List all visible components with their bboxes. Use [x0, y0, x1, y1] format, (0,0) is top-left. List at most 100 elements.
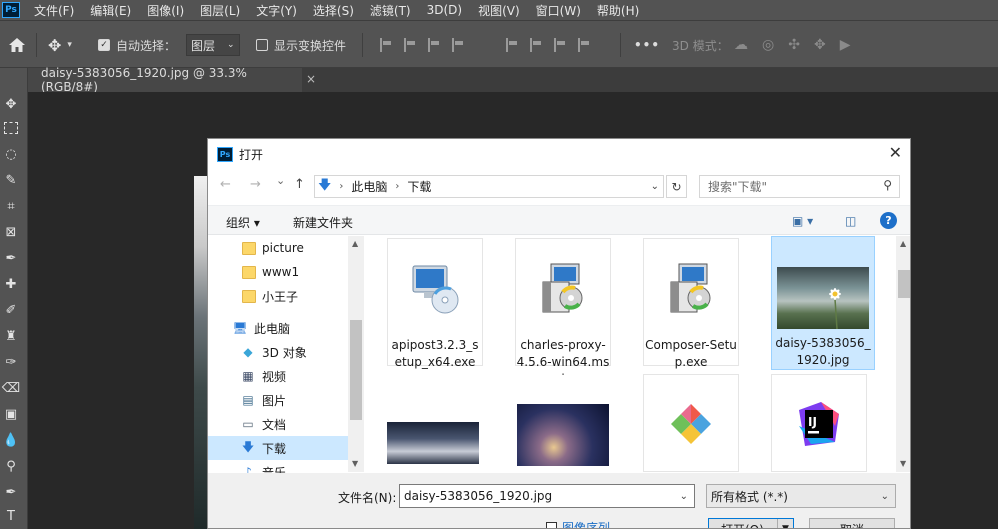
view-options-icon[interactable]: ▣ ▾ — [792, 214, 813, 228]
align-right-icon[interactable] — [428, 38, 439, 52]
refresh-button[interactable]: ↻ — [666, 175, 687, 198]
nav-item-documents[interactable]: ▭ 文档 — [208, 412, 348, 436]
orbit-icon[interactable]: ☁ — [734, 37, 748, 53]
menu-type[interactable]: 文字(Y) — [256, 2, 297, 19]
up-arrow-icon[interactable]: ↑ — [294, 177, 305, 192]
scroll-down-icon[interactable]: ▼ — [900, 459, 906, 468]
nav-item-this-pc[interactable]: 🖥 此电脑 — [208, 316, 348, 340]
eyedropper-tool-icon[interactable]: ✒ — [1, 248, 21, 268]
menu-file[interactable]: 文件(F) — [34, 2, 74, 19]
menu-edit[interactable]: 编辑(E) — [90, 2, 131, 19]
nav-item-picture[interactable]: picture — [208, 236, 348, 260]
close-icon[interactable]: ✕ — [889, 143, 902, 162]
auto-select-toggle[interactable]: ✓ 自动选择： — [98, 21, 176, 69]
blur-tool-icon[interactable]: 💧 — [1, 430, 21, 450]
move-tool-preset[interactable]: ✥ ▾ — [48, 21, 72, 69]
file-tile-intellij[interactable]: IJ — [771, 374, 867, 472]
align-bottom-icon[interactable] — [554, 38, 565, 52]
open-split-dropdown-icon[interactable]: ▼ — [777, 519, 793, 528]
menu-3d[interactable]: 3D(D) — [427, 3, 462, 17]
preview-pane-icon[interactable]: ◫ — [845, 214, 856, 228]
brush-tool-icon[interactable]: ✐ — [1, 300, 21, 320]
file-tile-git-app[interactable] — [643, 374, 739, 472]
file-tile-starry-sky-photo[interactable] — [515, 376, 611, 472]
video-camera-icon[interactable]: ▶ — [840, 37, 851, 53]
align-left-icon[interactable] — [380, 38, 391, 52]
nav-item-www1[interactable]: www1 — [208, 260, 348, 284]
eraser-tool-icon[interactable]: ⌫ — [1, 378, 21, 398]
address-bar[interactable]: 🡇 › 此电脑 › 下载 ⌄ — [314, 175, 664, 198]
close-tab-icon[interactable]: × — [306, 72, 316, 86]
photoshop-logo[interactable]: Ps — [2, 2, 20, 18]
dodge-tool-icon[interactable]: ⚲ — [1, 456, 21, 476]
document-tab[interactable]: daisy-5383056_1920.jpg @ 33.3%(RGB/8#) × — [28, 66, 316, 94]
slide-icon[interactable]: ✥ — [814, 37, 826, 53]
healing-brush-tool-icon[interactable]: ✚ — [1, 274, 21, 294]
filename-input[interactable]: daisy-5383056_1920.jpg ⌄ — [399, 484, 695, 508]
help-icon[interactable]: ? — [880, 212, 897, 229]
pan-icon[interactable]: ✣ — [788, 37, 800, 53]
nav-item-pictures[interactable]: ▤ 图片 — [208, 388, 348, 412]
breadcrumb-downloads[interactable]: 下载 — [407, 178, 431, 195]
nav-item-little-prince[interactable]: 小王子 — [208, 284, 348, 308]
scrollbar-thumb[interactable] — [350, 320, 362, 420]
gradient-tool-icon[interactable]: ▣ — [1, 404, 21, 424]
nav-item-videos[interactable]: ▦ 视频 — [208, 364, 348, 388]
frame-tool-icon[interactable]: ⊠ — [1, 222, 21, 242]
image-sequence-checkbox[interactable] — [546, 522, 557, 528]
align-vertical-center-icon[interactable] — [530, 38, 541, 52]
image-sequence-option[interactable]: 图像序列 — [546, 519, 610, 528]
nav-pane-scrollbar[interactable]: ▲ ▼ — [348, 236, 364, 472]
roll-icon[interactable]: ◎ — [762, 37, 774, 53]
clone-stamp-tool-icon[interactable]: ♜ — [1, 326, 21, 346]
align-top-icon[interactable] — [452, 38, 463, 52]
show-transform-toggle[interactable]: 显示变换控件 — [256, 21, 346, 69]
open-button[interactable]: 打开(O) ▼ — [708, 518, 794, 528]
organize-menu-button[interactable]: 组织 ▾ — [226, 214, 260, 231]
auto-select-target-dropdown[interactable]: 图层 ⌄ — [186, 34, 240, 56]
breadcrumb-this-pc[interactable]: 此电脑 — [351, 178, 387, 195]
menu-select[interactable]: 选择(S) — [313, 2, 354, 19]
menu-filter[interactable]: 滤镜(T) — [370, 2, 411, 19]
scroll-up-icon[interactable]: ▲ — [352, 239, 358, 248]
menu-layer[interactable]: 图层(L) — [200, 2, 240, 19]
forward-arrow-icon[interactable]: → — [250, 177, 261, 192]
menu-view[interactable]: 视图(V) — [478, 2, 520, 19]
menu-help[interactable]: 帮助(H) — [597, 2, 639, 19]
chevron-down-icon[interactable]: ⌄ — [651, 181, 659, 192]
scroll-up-icon[interactable]: ▲ — [900, 239, 906, 248]
menu-window[interactable]: 窗口(W) — [536, 2, 581, 19]
quick-selection-tool-icon[interactable]: ✎ — [1, 170, 21, 190]
align-top-edge-icon[interactable] — [506, 38, 517, 52]
home-icon[interactable] — [8, 21, 26, 69]
pen-tool-icon[interactable]: ✒ — [1, 482, 21, 502]
type-tool-icon[interactable]: T — [1, 506, 21, 526]
chevron-down-icon[interactable]: ⌄ — [680, 491, 688, 502]
show-transform-checkbox[interactable] — [256, 39, 268, 51]
file-tile-daisy-jpg[interactable]: daisy-5383056_1920.jpg — [771, 236, 875, 370]
distribute-icon[interactable] — [578, 38, 589, 52]
file-tile-composer-setup[interactable]: Composer-Setup.exe — [643, 238, 739, 369]
move-tool-icon[interactable]: ✥ — [1, 94, 21, 114]
auto-select-checkbox[interactable]: ✓ — [98, 39, 110, 51]
file-tile-apipost[interactable]: apipost3.2.3_setup_x64.exe — [387, 238, 483, 369]
more-options-button[interactable]: ••• — [634, 21, 660, 69]
file-list-scrollbar[interactable]: ▲ ▼ — [896, 236, 910, 472]
cancel-button[interactable]: 取消 — [809, 518, 895, 528]
recent-locations-chevron-icon[interactable]: ⌄ — [276, 174, 285, 187]
file-type-select[interactable]: 所有格式 (*.*) ⌄ — [706, 484, 896, 508]
back-arrow-icon[interactable]: ← — [220, 177, 231, 192]
search-input[interactable]: 搜索"下载" ⚲ — [699, 175, 900, 198]
nav-item-3d-objects[interactable]: ◆ 3D 对象 — [208, 340, 348, 364]
lasso-tool-icon[interactable]: ◌ — [1, 144, 21, 164]
align-horizontal-center-icon[interactable] — [404, 38, 415, 52]
crop-tool-icon[interactable]: ⌗ — [1, 196, 21, 216]
file-tile-moon-photo[interactable] — [387, 376, 483, 472]
new-folder-button[interactable]: 新建文件夹 — [293, 214, 353, 231]
scrollbar-thumb[interactable] — [898, 270, 910, 298]
file-tile-charles-proxy[interactable]: charles-proxy-4.5.6-win64.msi — [515, 238, 611, 386]
menu-image[interactable]: 图像(I) — [147, 2, 184, 19]
history-brush-tool-icon[interactable]: ✑ — [1, 352, 21, 372]
nav-item-downloads[interactable]: 🡇 下载 — [208, 436, 348, 460]
marquee-tool-icon[interactable] — [1, 118, 21, 138]
